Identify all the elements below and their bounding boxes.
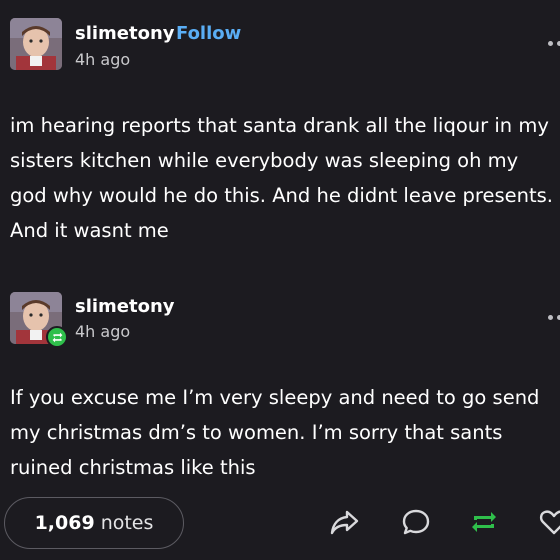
notes-button[interactable]: 1,069 notes — [4, 497, 184, 549]
post-timestamp: 4h ago — [75, 50, 131, 69]
post-body: If you excuse me I’m very sleepy and nee… — [10, 386, 540, 479]
avatar-photo-icon — [10, 18, 62, 70]
post-username[interactable]: slimetony — [75, 23, 175, 44]
like-icon[interactable] — [538, 506, 560, 538]
more-options-icon[interactable] — [548, 315, 560, 325]
notes-count: 1,069 — [34, 512, 95, 534]
share-icon[interactable] — [328, 506, 360, 538]
reply-icon[interactable] — [400, 506, 432, 538]
reblog-badge-icon — [46, 326, 68, 348]
avatar[interactable] — [10, 18, 62, 70]
post-footer: 1,069 notes — [0, 495, 560, 553]
more-options-icon[interactable] — [548, 41, 560, 51]
follow-button[interactable]: Follow — [176, 23, 241, 44]
reblog-icon[interactable] — [468, 506, 500, 538]
notes-label: notes — [100, 512, 154, 534]
post-timestamp: 4h ago — [75, 322, 131, 341]
post-username[interactable]: slimetony — [75, 296, 175, 317]
post-body: im hearing reports that santa drank all … — [10, 114, 553, 242]
